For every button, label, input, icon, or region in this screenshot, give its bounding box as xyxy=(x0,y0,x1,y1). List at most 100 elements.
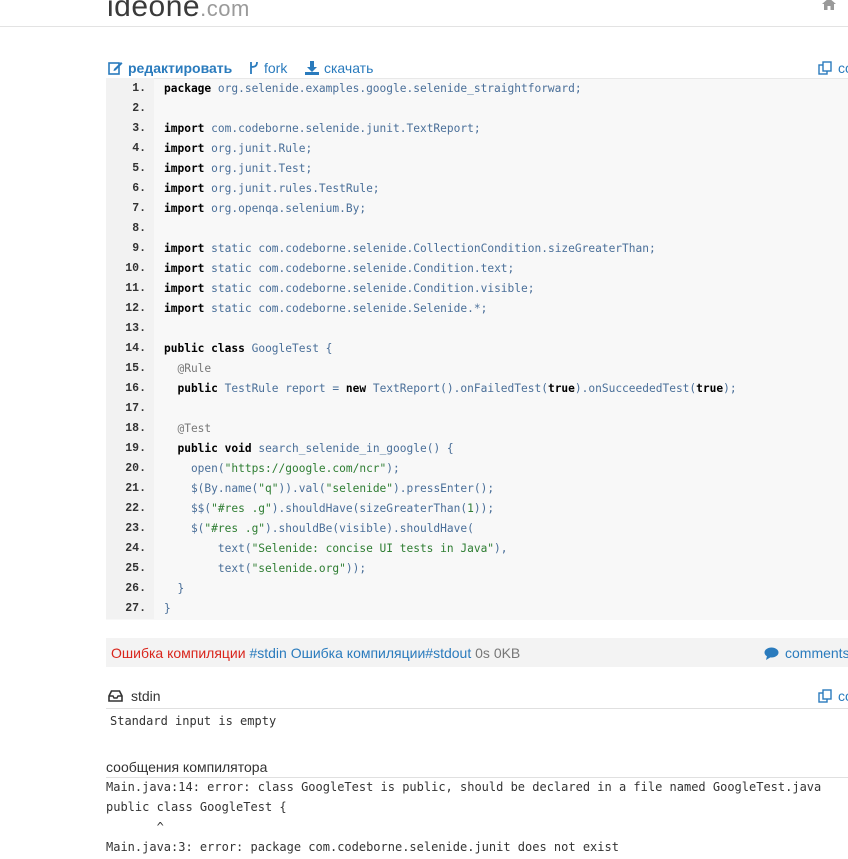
copy-label[interactable]: co xyxy=(838,60,848,76)
keyword: true xyxy=(696,382,724,395)
code-text: ).pressEnter(); xyxy=(393,482,495,495)
copy-stdin-label[interactable]: co xyxy=(838,688,848,704)
download-label: скачать xyxy=(324,60,374,76)
line-number: 15. xyxy=(125,362,146,375)
code-text: com.codeborne.selenide.CollectionConditi… xyxy=(251,242,656,255)
stdout-link[interactable]: #stdout xyxy=(425,645,471,661)
comments-button[interactable]: comments xyxy=(764,645,848,661)
number-literal: 1 xyxy=(467,502,474,515)
edit-button[interactable]: редактировать xyxy=(108,60,232,76)
keyword: import xyxy=(164,242,205,255)
compile-error-status: Ошибка компиляции xyxy=(111,645,246,661)
code-line: import org.junit.Test; xyxy=(164,162,312,175)
compiler-divider xyxy=(106,777,848,778)
keyword: package xyxy=(164,82,212,95)
keyword: import xyxy=(164,142,205,155)
string-literal: "q" xyxy=(258,482,279,495)
line-number: 20. xyxy=(125,462,146,475)
site-logo[interactable]: ideone.com xyxy=(107,0,250,24)
code-text: org.selenide.examples.google.selenide_st… xyxy=(211,82,582,95)
code-line: import static com.codeborne.selenide.Con… xyxy=(164,282,534,295)
code-line: open("https://google.com/ncr"); xyxy=(164,462,400,475)
string-literal: "#res .g" xyxy=(204,522,266,535)
keyword: import xyxy=(164,302,205,315)
keyword: static xyxy=(211,282,252,295)
line-number: 22. xyxy=(125,502,146,515)
code-text: text( xyxy=(164,562,252,575)
code-line: } xyxy=(164,582,184,595)
code-text: )); xyxy=(473,502,495,515)
code-text: search_selenide_in_google() { xyxy=(251,442,454,455)
code-line: $("#res .g").shouldBe(visible).shouldHav… xyxy=(164,522,474,535)
code-text: com.codeborne.selenide.junit.TextReport; xyxy=(204,122,481,135)
code-text: com.codeborne.selenide.Condition.visible… xyxy=(251,282,535,295)
string-literal: "selenide" xyxy=(325,482,394,495)
code-line: $$("#res .g").shouldHave(sizeGreaterThan… xyxy=(164,502,494,515)
code-text: org.openqa.selenium.By; xyxy=(204,202,367,215)
code-text: )).val( xyxy=(278,482,326,495)
code-line: import org.junit.Rule; xyxy=(164,142,312,155)
code-text: } xyxy=(164,602,171,615)
keyword: void xyxy=(224,442,252,455)
code-text: org.junit.rules.TestRule; xyxy=(204,182,380,195)
memory-value: 0KB xyxy=(493,645,521,661)
code-line: public TestRule report = new TextReport(… xyxy=(164,382,737,395)
fork-label: fork xyxy=(264,60,288,76)
keyword: import xyxy=(164,282,205,295)
fork-button[interactable]: fork xyxy=(249,60,287,76)
line-number: 8. xyxy=(132,222,146,235)
compiler-messages-title: сообщения компилятора xyxy=(106,759,268,775)
line-number: 27. xyxy=(125,602,146,615)
line-number: 9. xyxy=(132,242,146,255)
stdin-link[interactable]: #stdin xyxy=(249,645,286,661)
code-line: package org.selenide.examples.google.sel… xyxy=(164,82,582,95)
keyword: public xyxy=(164,442,218,455)
keyword: public xyxy=(164,342,205,355)
code-text: com.codeborne.selenide.Selenide.*; xyxy=(251,302,488,315)
compiler-line: Main.java:14: error: class GoogleTest is… xyxy=(106,780,822,794)
code-text: org.junit.Test; xyxy=(204,162,313,175)
code-text: ); xyxy=(723,382,737,395)
keyword: import xyxy=(164,202,205,215)
line-number: 4. xyxy=(132,142,146,155)
code-text: TestRule report = xyxy=(217,382,346,395)
compile-error-link[interactable]: Ошибка компиляции xyxy=(291,645,426,661)
code-text: open( xyxy=(164,462,225,475)
copy-stdin-icon[interactable] xyxy=(818,689,832,708)
result-status: Ошибка компиляции #stdin Ошибка компиляц… xyxy=(111,645,520,661)
code-line: import static com.codeborne.selenide.Sel… xyxy=(164,302,487,315)
code-line: text("selenide.org")); xyxy=(164,562,366,575)
code-text: text( xyxy=(164,542,252,555)
edit-icon xyxy=(108,62,123,75)
code-line: import com.codeborne.selenide.junit.Text… xyxy=(164,122,481,135)
line-number: 25. xyxy=(125,562,146,575)
code-text: ).shouldBe(visible).shouldHave( xyxy=(265,522,474,535)
line-number: 6. xyxy=(132,182,146,195)
code-line: import static com.codeborne.selenide.Con… xyxy=(164,262,514,275)
string-literal: "https://google.com/ncr" xyxy=(224,462,387,475)
home-icon[interactable] xyxy=(822,0,848,12)
code-text: )); xyxy=(345,562,367,575)
logo-main: ideone xyxy=(107,0,201,23)
fork-icon xyxy=(250,61,258,74)
line-number: 5. xyxy=(132,162,146,175)
download-button[interactable]: скачать xyxy=(305,60,373,76)
code-line: @Rule xyxy=(164,362,211,375)
line-number: 13. xyxy=(125,322,146,335)
string-literal: "#res .g" xyxy=(211,502,272,515)
line-number: 11. xyxy=(125,282,146,295)
time-value: 0s xyxy=(475,645,490,661)
string-literal: "selenide.org" xyxy=(251,562,346,575)
code-text: ).shouldHave(sizeGreaterThan( xyxy=(271,502,468,515)
inbox-icon xyxy=(108,690,123,702)
keyword: static xyxy=(211,242,252,255)
line-number: 26. xyxy=(125,582,146,595)
code-text: $( xyxy=(164,522,205,535)
code-text: com.codeborne.selenide.Condition.text; xyxy=(251,262,515,275)
comments-label: comments xyxy=(785,645,848,661)
line-number: 16. xyxy=(125,382,146,395)
annotation: @Test xyxy=(164,422,212,435)
code-text: GoogleTest { xyxy=(244,342,333,355)
line-number: 21. xyxy=(125,482,146,495)
line-number: 23. xyxy=(125,522,146,535)
